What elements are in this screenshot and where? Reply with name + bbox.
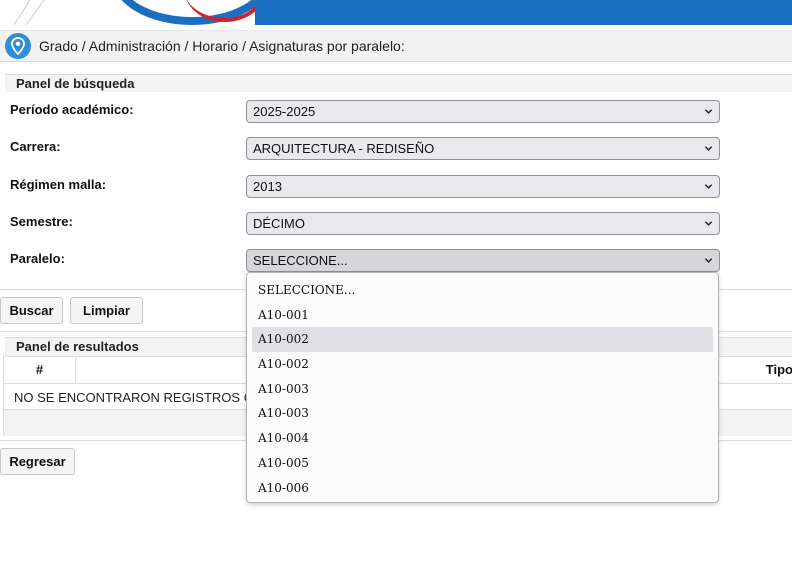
location-pin-icon bbox=[5, 33, 31, 59]
dropdown-option[interactable]: A10-004 bbox=[252, 426, 713, 451]
regimen-select[interactable]: 2013 bbox=[246, 175, 720, 198]
paralelo-select[interactable]: SELECCIONE... bbox=[246, 249, 720, 272]
carrera-select[interactable]: ARQUITECTURA - REDISEÑO bbox=[246, 137, 720, 160]
search-button[interactable]: Buscar bbox=[0, 297, 63, 324]
chevron-down-icon bbox=[704, 109, 713, 114]
dropdown-option[interactable]: A10-005 bbox=[252, 451, 713, 476]
header-banner bbox=[0, 0, 792, 25]
dropdown-option[interactable]: SELECCIONE... bbox=[252, 278, 713, 303]
chevron-down-icon bbox=[704, 146, 713, 151]
empty-results-message: NO SE ENCONTRARON REGISTROS CON bbox=[14, 390, 273, 405]
dropdown-option-highlighted[interactable]: A10-002 bbox=[252, 327, 713, 353]
breadcrumb-path: Grado / Administración / Horario / Asign… bbox=[39, 38, 405, 54]
semestre-select[interactable]: DÉCIMO bbox=[246, 212, 720, 235]
dropdown-option[interactable]: A10-002 bbox=[252, 352, 713, 377]
regimen-label: Régimen malla: bbox=[10, 177, 107, 192]
dropdown-option[interactable]: A10-003 bbox=[252, 377, 713, 402]
column-header-tipo: Tipo bbox=[765, 362, 792, 377]
dropdown-option[interactable]: A10-003 bbox=[252, 401, 713, 426]
search-panel-title: Panel de búsqueda bbox=[5, 74, 792, 92]
semestre-label: Semestre: bbox=[10, 214, 73, 229]
back-button[interactable]: Regresar bbox=[0, 448, 75, 475]
column-header-number: # bbox=[4, 357, 76, 383]
carrera-label: Carrera: bbox=[10, 139, 61, 154]
dropdown-option[interactable]: A10-006 bbox=[252, 476, 713, 501]
paralelo-select-value: SELECCIONE... bbox=[253, 253, 348, 268]
paralelo-dropdown-list: SELECCIONE... A10-001 A10-002 A10-002 A1… bbox=[246, 272, 719, 503]
banner-blue-band bbox=[255, 0, 792, 25]
periodo-select-value: 2025-2025 bbox=[253, 104, 316, 119]
periodo-select[interactable]: 2025-2025 bbox=[246, 100, 720, 123]
dropdown-option[interactable]: A10-001 bbox=[252, 303, 713, 328]
breadcrumb: Grado / Administración / Horario / Asign… bbox=[0, 30, 792, 62]
regimen-select-value: 2013 bbox=[253, 179, 282, 194]
periodo-label: Período académico: bbox=[10, 102, 134, 117]
carrera-select-value: ARQUITECTURA - REDISEÑO bbox=[253, 141, 435, 156]
clear-button[interactable]: Limpiar bbox=[70, 297, 143, 324]
chevron-down-icon bbox=[704, 258, 713, 263]
chevron-down-icon bbox=[704, 184, 713, 189]
paralelo-label: Paralelo: bbox=[10, 251, 65, 266]
semestre-select-value: DÉCIMO bbox=[253, 216, 305, 231]
chevron-down-icon bbox=[704, 221, 713, 226]
banner-decoration-icon bbox=[13, 0, 45, 25]
